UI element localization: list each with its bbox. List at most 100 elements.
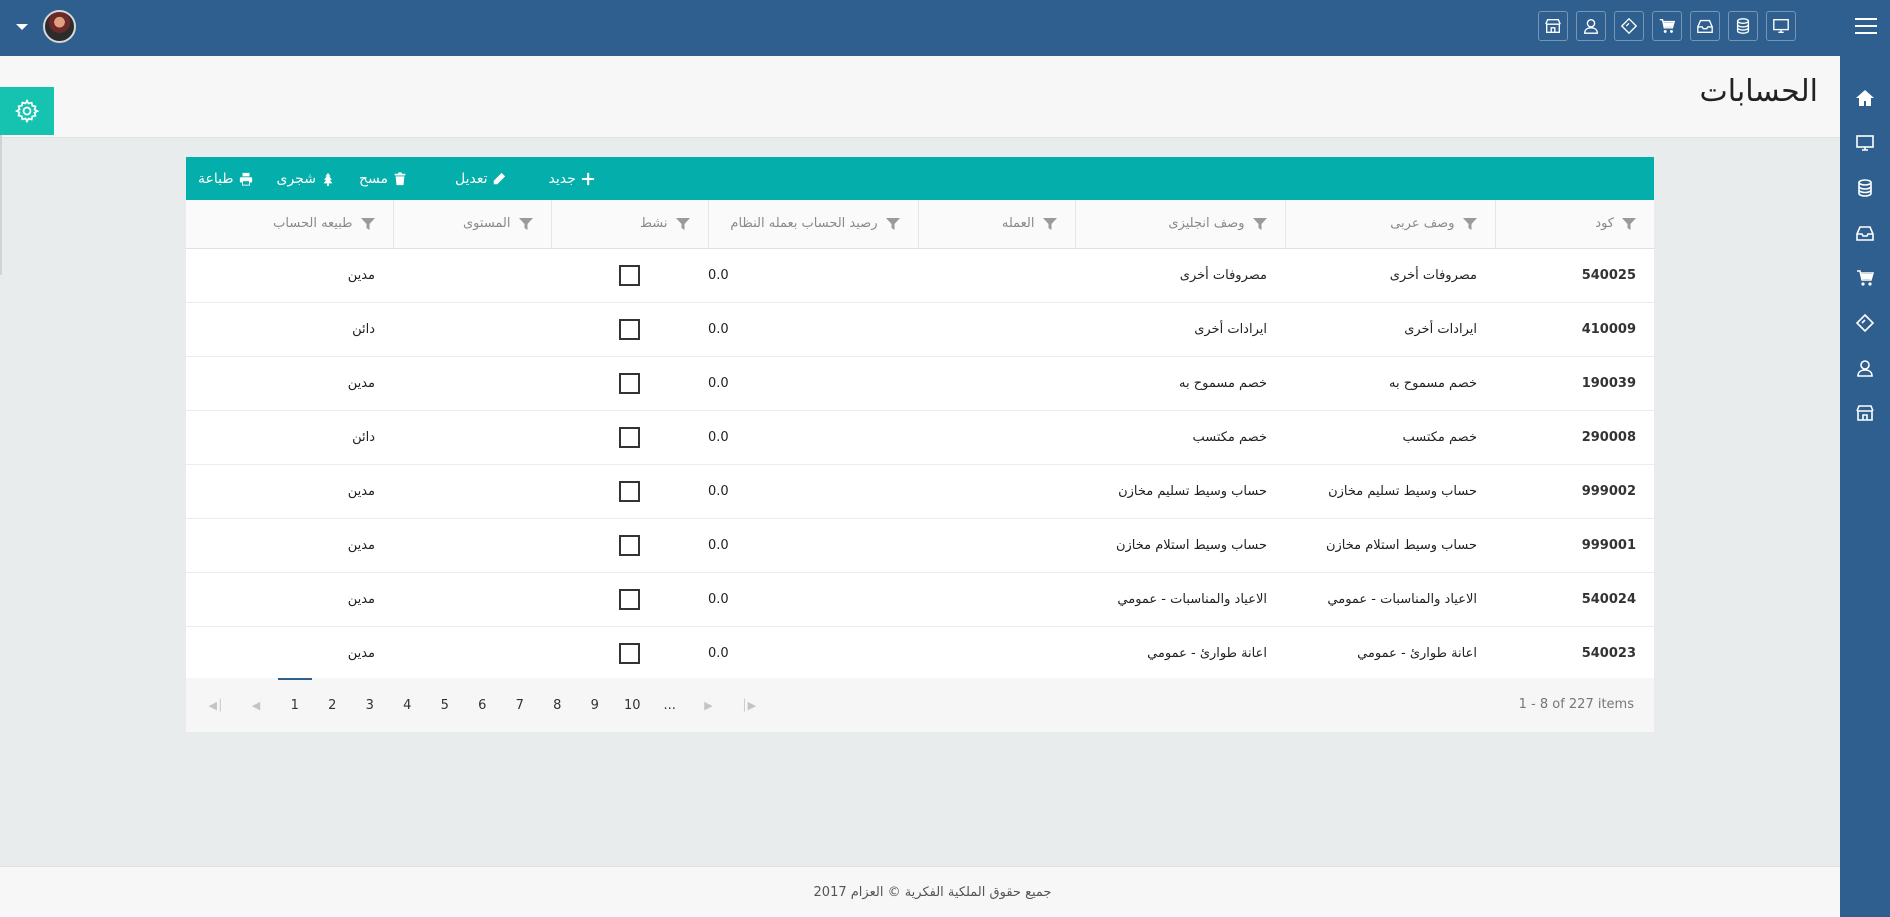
- cell-english-desc: اعانة طوارئ - عمومي: [1075, 626, 1285, 681]
- cell-active: [551, 410, 708, 465]
- inbox-icon[interactable]: [1690, 11, 1720, 41]
- footer-copyright: جميع حقوق الملكية الفكرية © العزام 2017: [813, 885, 1052, 900]
- page-10[interactable]: 10: [614, 678, 652, 732]
- column-header-currency[interactable]: العمله: [917, 200, 1075, 249]
- next-page-icon[interactable]: ▶: [689, 690, 729, 720]
- settings-button[interactable]: [0, 87, 54, 135]
- tree-view-button[interactable]: شجرى: [265, 157, 347, 200]
- cell-arabic-desc: حساب وسيط استلام مخازن: [1285, 518, 1495, 573]
- page-2[interactable]: 2: [314, 678, 352, 732]
- table-row[interactable]: 290008 خصم مكتسب خصم مكتسب 0.0 دائن: [186, 410, 1654, 465]
- cell-account-type: مدين: [186, 248, 393, 303]
- user-icon[interactable]: [1840, 345, 1890, 390]
- database-icon[interactable]: [1728, 11, 1758, 41]
- ticket-icon[interactable]: [1614, 11, 1644, 41]
- store-icon[interactable]: [1538, 11, 1568, 41]
- page-1[interactable]: 1: [276, 678, 314, 732]
- first-page-icon[interactable]: ◀│: [196, 690, 236, 720]
- page-4[interactable]: 4: [389, 678, 427, 732]
- cell-currency: [918, 572, 1075, 627]
- home-icon[interactable]: [1840, 75, 1890, 120]
- delete-button[interactable]: مسح: [347, 157, 419, 200]
- table-header-row: كود وصف عربى وصف انجليزى العمله رصيد الح…: [186, 200, 1654, 249]
- page-6[interactable]: 6: [464, 678, 502, 732]
- cell-balance: 0.0: [708, 356, 918, 411]
- active-checkbox[interactable]: [619, 426, 640, 448]
- hamburger-menu-icon[interactable]: [1855, 18, 1877, 38]
- tree-view-label: شجرى: [276, 170, 316, 187]
- cart-icon[interactable]: [1840, 255, 1890, 300]
- cell-account-type: مدين: [186, 464, 393, 519]
- accounts-table: كود وصف عربى وصف انجليزى العمله رصيد الح…: [186, 200, 1654, 681]
- grid-toolbar: طباعة شجرى مسح تعديل جديد: [186, 157, 1654, 200]
- cell-level: [393, 410, 551, 465]
- table-row[interactable]: 540024 الاعياد والمناسبات - عمومي الاعيا…: [186, 572, 1654, 627]
- cell-balance: 0.0: [708, 410, 918, 465]
- new-label: جديد: [548, 170, 576, 187]
- monitor-icon[interactable]: [1766, 11, 1796, 41]
- table-row[interactable]: 540025 مصروفات أخرى مصروفات أخرى 0.0 مدي…: [186, 248, 1654, 303]
- inbox-icon[interactable]: [1840, 210, 1890, 255]
- ticket-icon[interactable]: [1840, 300, 1890, 345]
- store-icon[interactable]: [1840, 390, 1890, 435]
- active-checkbox[interactable]: [619, 534, 640, 556]
- page-9[interactable]: 9: [576, 678, 614, 732]
- filter-icon: [885, 217, 900, 230]
- user-menu-caret-icon[interactable]: [16, 24, 28, 30]
- page-more[interactable]: ...: [651, 678, 689, 732]
- column-header-balance[interactable]: رصيد الحساب بعمله النظام: [707, 200, 918, 249]
- avatar[interactable]: [43, 10, 76, 43]
- cell-active: [551, 248, 708, 303]
- cell-code: 999001: [1495, 518, 1654, 573]
- table-row[interactable]: 540023 اعانة طوارئ - عمومي اعانة طوارئ -…: [186, 626, 1654, 681]
- cell-arabic-desc: مصروفات أخرى: [1285, 248, 1495, 303]
- cell-arabic-desc: ايرادات أخرى: [1285, 302, 1495, 357]
- cell-balance: 0.0: [708, 626, 918, 681]
- table-row[interactable]: 999001 حساب وسيط استلام مخازن حساب وسيط …: [186, 518, 1654, 573]
- active-checkbox[interactable]: [619, 588, 640, 610]
- cell-level: [393, 572, 551, 627]
- cell-account-type: مدين: [186, 572, 393, 627]
- edit-button[interactable]: تعديل: [443, 157, 519, 200]
- column-header-code[interactable]: كود: [1494, 200, 1654, 249]
- column-header-level[interactable]: المستوى: [392, 200, 551, 249]
- column-header-english-desc[interactable]: وصف انجليزى: [1074, 200, 1285, 249]
- cell-active: [551, 464, 708, 519]
- active-checkbox[interactable]: [619, 480, 640, 502]
- cell-english-desc: خصم مسموح به: [1075, 356, 1285, 411]
- page-3[interactable]: 3: [351, 678, 389, 732]
- filter-icon: [1622, 217, 1636, 230]
- cart-icon[interactable]: [1652, 11, 1682, 41]
- monitor-icon[interactable]: [1840, 120, 1890, 165]
- cell-balance: 0.0: [708, 572, 918, 627]
- page-5[interactable]: 5: [426, 678, 464, 732]
- pager: ◀│ ◀ 1 2 3 4 5 6 7 8 9 10 ... ▶ │▶ 1 - 8…: [186, 678, 1654, 732]
- column-header-account-type[interactable]: طبيعه الحساب: [186, 200, 393, 249]
- cell-level: [393, 248, 551, 303]
- cell-code: 190039: [1495, 356, 1654, 411]
- filter-icon: [1462, 217, 1477, 230]
- table-row[interactable]: 999002 حساب وسيط تسليم مخازن حساب وسيط ت…: [186, 464, 1654, 519]
- prev-page-icon[interactable]: ◀: [236, 690, 276, 720]
- page-7[interactable]: 7: [501, 678, 539, 732]
- edit-label: تعديل: [454, 170, 488, 187]
- print-button[interactable]: طباعة: [186, 157, 265, 200]
- filter-icon: [518, 217, 533, 230]
- active-checkbox[interactable]: [619, 642, 640, 664]
- page-8[interactable]: 8: [539, 678, 577, 732]
- cell-active: [551, 572, 708, 627]
- column-header-arabic-desc[interactable]: وصف عربى: [1284, 200, 1495, 249]
- cell-level: [393, 356, 551, 411]
- cell-currency: [918, 464, 1075, 519]
- active-checkbox[interactable]: [619, 264, 640, 286]
- user-icon[interactable]: [1576, 11, 1606, 41]
- filter-icon: [675, 217, 690, 230]
- column-header-active[interactable]: نشط: [550, 200, 708, 249]
- active-checkbox[interactable]: [619, 372, 640, 394]
- last-page-icon[interactable]: │▶: [729, 690, 769, 720]
- table-row[interactable]: 190039 خصم مسموح به خصم مسموح به 0.0 مدي…: [186, 356, 1654, 411]
- table-row[interactable]: 410009 ايرادات أخرى ايرادات أخرى 0.0 دائ…: [186, 302, 1654, 357]
- active-checkbox[interactable]: [619, 318, 640, 340]
- database-icon[interactable]: [1840, 165, 1890, 210]
- new-button[interactable]: جديد: [536, 157, 606, 200]
